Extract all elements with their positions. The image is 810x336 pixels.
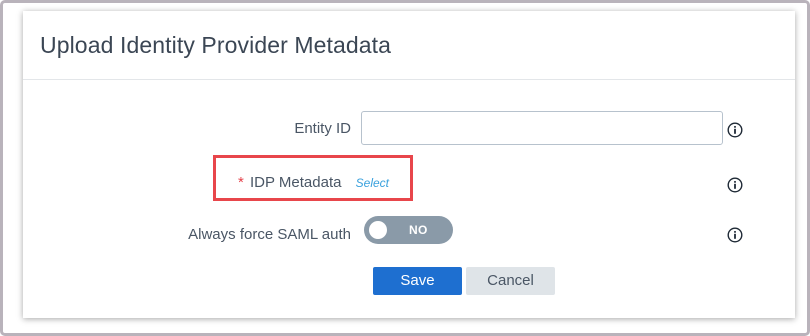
force-saml-label: Always force SAML auth xyxy=(188,226,351,243)
highlight-annotation-box xyxy=(213,155,413,201)
dialog-title: Upload Identity Provider Metadata xyxy=(40,32,392,58)
screenshot-frame: Upload Identity Provider Metadata Entity… xyxy=(0,0,810,336)
info-icon[interactable] xyxy=(727,122,743,138)
cancel-button[interactable]: Cancel xyxy=(466,267,555,295)
upload-idp-metadata-dialog: Upload Identity Provider Metadata Entity… xyxy=(23,11,795,318)
toggle-knob xyxy=(369,221,387,239)
force-saml-toggle[interactable]: NO xyxy=(364,216,453,244)
save-button[interactable]: Save xyxy=(373,267,462,295)
entity-id-input[interactable] xyxy=(361,111,723,145)
toggle-state-text: NO xyxy=(409,223,428,237)
dialog-header: Upload Identity Provider Metadata xyxy=(23,11,795,80)
info-icon[interactable] xyxy=(727,227,743,243)
info-icon[interactable] xyxy=(727,177,743,193)
entity-id-label: Entity ID xyxy=(294,120,351,137)
